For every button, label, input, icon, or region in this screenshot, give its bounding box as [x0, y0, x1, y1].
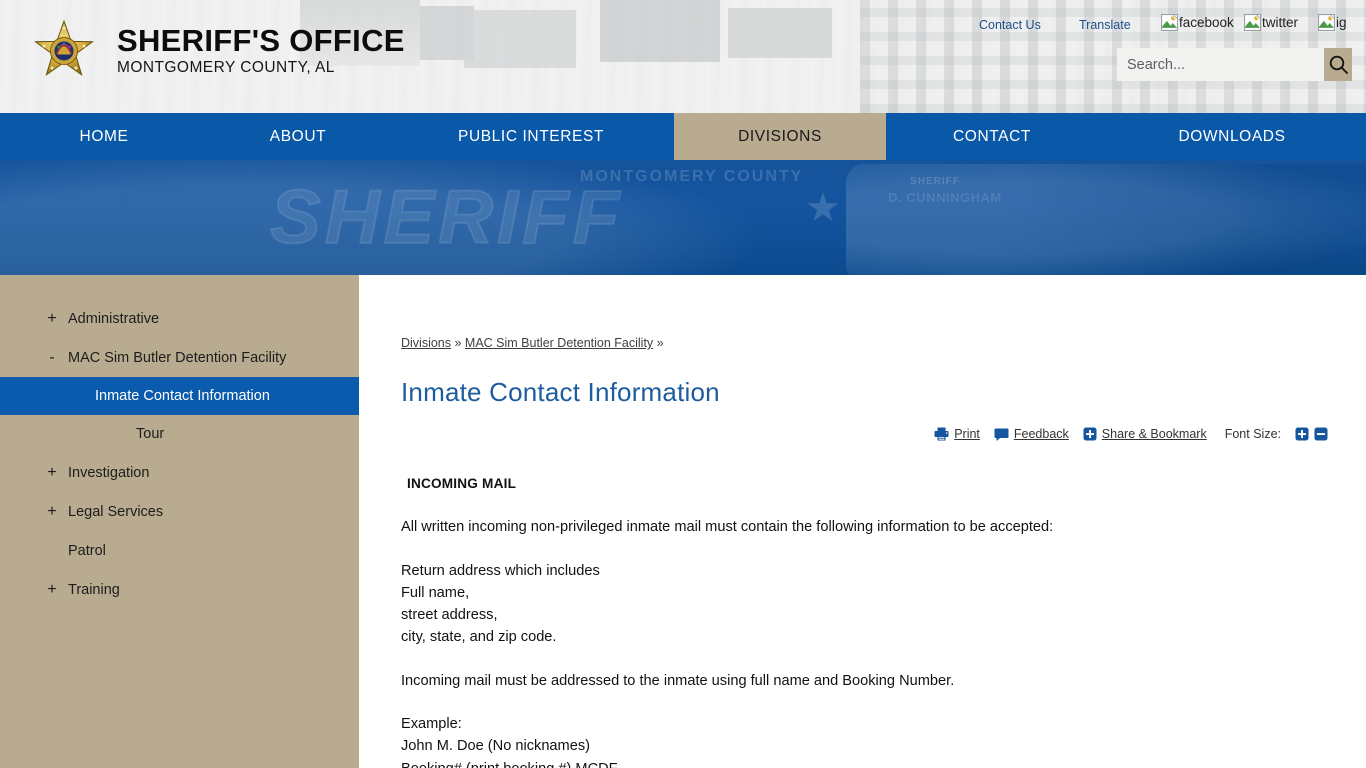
page-tools-toolbar: Print Feedback Share & Bookmark Font Siz…	[401, 427, 1344, 441]
site-header: SHERIFF'S OFFICE MONTGOMERY COUNTY, AL C…	[0, 0, 1366, 113]
feedback-button[interactable]: Feedback	[994, 427, 1069, 441]
search-submit-button[interactable]	[1324, 48, 1352, 81]
expand-plus-icon[interactable]: +	[41, 310, 63, 328]
nav-item-home[interactable]: HOME	[0, 113, 208, 160]
font-increase-button[interactable]	[1295, 427, 1309, 441]
printer-icon	[934, 427, 949, 441]
font-decrease-button[interactable]	[1314, 427, 1328, 441]
instagram-label: ig	[1336, 15, 1347, 30]
share-and-bookmark-button[interactable]: Share & Bookmark	[1083, 427, 1207, 441]
sidebar-item-label: Training	[68, 581, 120, 598]
print-label: Print	[954, 427, 980, 441]
example-line-2: John M. Doe (No nicknames)	[401, 738, 590, 755]
broken-image-icon	[1161, 14, 1178, 31]
sidebar-item-label: MAC Sim Butler Detention Facility	[68, 349, 287, 366]
broken-image-icon	[1244, 14, 1261, 31]
twitter-link[interactable]: twitter	[1244, 14, 1298, 31]
contact-us-link[interactable]: Contact Us	[979, 18, 1041, 32]
sidebar-item-tour[interactable]: Tour	[0, 415, 359, 453]
return-address-line-1: Return address which includes	[401, 562, 600, 579]
sidebar-item-label: Administrative	[68, 310, 160, 327]
font-size-controls	[1295, 427, 1328, 441]
breadcrumb-separator: »	[451, 336, 465, 350]
sidebar-item-inmate-contact-information[interactable]: Inmate Contact Information	[0, 377, 359, 415]
return-address-line-3: street address,	[401, 607, 498, 624]
speech-bubble-icon	[994, 428, 1009, 441]
page-body: + Administrative - MAC Sim Butler Detent…	[0, 275, 1366, 768]
expand-plus-icon[interactable]: +	[41, 581, 63, 599]
banner-watermark-county: MONTGOMERY COUNTY	[580, 168, 804, 185]
header-utility-links: Contact Us Translate facebook twitter ig	[946, 14, 1366, 40]
facebook-label: facebook	[1179, 15, 1234, 30]
nav-item-about[interactable]: ABOUT	[208, 113, 388, 160]
instagram-link[interactable]: ig	[1318, 14, 1347, 31]
nav-item-contact[interactable]: CONTACT	[886, 113, 1098, 160]
intro-paragraph: All written incoming non-privileged inma…	[401, 519, 1054, 536]
brand-title: SHERIFF'S OFFICE	[117, 22, 405, 58]
feedback-label: Feedback	[1013, 427, 1069, 441]
facebook-link[interactable]: facebook	[1161, 14, 1234, 31]
sidebar-item-patrol[interactable]: Patrol	[0, 531, 359, 570]
nav-item-public-interest[interactable]: PUBLIC INTEREST	[388, 113, 674, 160]
minus-square-icon	[1314, 427, 1328, 441]
section-heading-paragraph: INCOMING MAIL	[401, 473, 1344, 495]
banner-watermark-name: D. CUNNINGHAM	[888, 190, 1002, 205]
plus-square-icon	[1295, 427, 1309, 441]
breadcrumb-separator: »	[653, 336, 664, 350]
search-icon	[1329, 55, 1348, 74]
breadcrumb: Divisions » MAC Sim Butler Detention Fac…	[401, 336, 1344, 350]
expand-plus-icon[interactable]: +	[41, 464, 63, 482]
twitter-label: twitter	[1262, 15, 1299, 30]
banner-star-icon: ★	[805, 186, 841, 230]
collapse-minus-icon[interactable]: -	[41, 349, 63, 367]
sidebar-item-label: Inmate Contact Information	[95, 388, 270, 404]
return-address-block: Return address which includes Full name,…	[401, 560, 1344, 649]
banner-watermark-sheriff: SHERIFF	[269, 174, 624, 261]
return-address-line-4: city, state, and zip code.	[401, 629, 557, 646]
sidebar-item-label: Legal Services	[68, 503, 164, 520]
nav-item-divisions[interactable]: DIVISIONS	[674, 113, 886, 160]
section-sidebar: + Administrative - MAC Sim Butler Detent…	[0, 275, 359, 768]
site-brand[interactable]: SHERIFF'S OFFICE MONTGOMERY COUNTY, AL	[33, 19, 405, 81]
return-address-line-2: Full name,	[401, 584, 470, 601]
article-body: INCOMING MAIL All written incoming non-p…	[401, 473, 1344, 768]
page-banner: SHERIFF MONTGOMERY COUNTY ★ SHERIFF D. C…	[0, 160, 1366, 275]
print-button[interactable]: Print	[934, 427, 980, 441]
font-size-label: Font Size:	[1224, 427, 1281, 441]
breadcrumb-link-divisions[interactable]: Divisions	[401, 336, 451, 350]
example-block: Example: John M. Doe (No nicknames) Book…	[401, 713, 1344, 768]
example-line-3: Booking# (print booking #) MCDF	[401, 761, 618, 768]
expand-plus-icon[interactable]: +	[41, 503, 63, 521]
page-title: Inmate Contact Information	[401, 377, 720, 407]
search-input[interactable]	[1117, 48, 1324, 81]
addressing-paragraph: Incoming mail must be addressed to the i…	[401, 672, 955, 689]
sidebar-item-mac-sim-butler-detention-facility[interactable]: - MAC Sim Butler Detention Facility	[0, 338, 359, 377]
plus-square-icon	[1083, 427, 1097, 441]
sidebar-item-investigation[interactable]: + Investigation	[0, 453, 359, 492]
sidebar-item-administrative[interactable]: + Administrative	[0, 299, 359, 338]
sidebar-item-legal-services[interactable]: + Legal Services	[0, 492, 359, 531]
main-navigation: HOME ABOUT PUBLIC INTEREST DIVISIONS CON…	[0, 113, 1366, 160]
site-search[interactable]	[1117, 48, 1352, 81]
sheriff-star-badge-icon	[33, 19, 95, 81]
banner-watermark-small-sheriff: SHERIFF	[910, 176, 960, 187]
sidebar-item-label: Investigation	[68, 464, 150, 481]
brand-subtitle: MONTGOMERY COUNTY, AL	[117, 58, 335, 76]
nav-item-downloads[interactable]: DOWNLOADS	[1098, 113, 1366, 160]
incoming-mail-heading: INCOMING MAIL	[407, 476, 517, 491]
translate-link[interactable]: Translate	[1079, 18, 1131, 32]
broken-image-icon	[1318, 14, 1335, 31]
example-line-1: Example:	[401, 716, 462, 733]
sidebar-item-training[interactable]: + Training	[0, 570, 359, 609]
share-label: Share & Bookmark	[1101, 427, 1207, 441]
breadcrumb-link-mac-sim-butler[interactable]: MAC Sim Butler Detention Facility	[465, 336, 653, 350]
sidebar-item-label: Tour	[136, 426, 165, 442]
main-content: Divisions » MAC Sim Butler Detention Fac…	[359, 275, 1366, 768]
sidebar-item-label: Patrol	[68, 542, 106, 559]
